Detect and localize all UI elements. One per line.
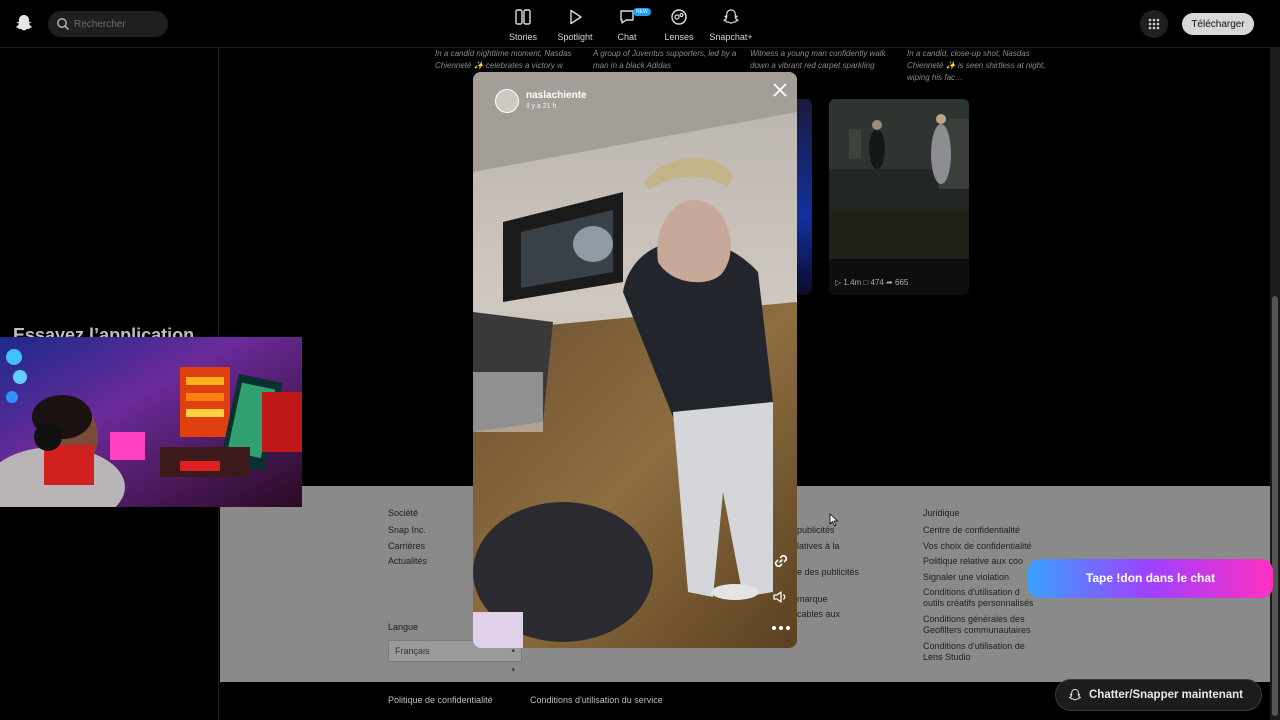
ghost-icon bbox=[723, 9, 739, 24]
nav-spotlight-label: Spotlight bbox=[557, 32, 593, 42]
footer-privacy-policy-link[interactable]: Politique de confidentialité bbox=[388, 695, 493, 705]
footer-link-snap-inc[interactable]: Snap Inc. bbox=[388, 525, 426, 536]
more-options-icon[interactable] bbox=[770, 623, 792, 633]
story-user-avatar[interactable] bbox=[495, 89, 519, 113]
footer-link-lens-studio-2[interactable]: Lens Studio bbox=[923, 652, 971, 663]
views-count: 1.4m bbox=[843, 278, 862, 287]
search-icon bbox=[57, 18, 69, 30]
footer-link-geofilters-2[interactable]: Geofilters communautaires bbox=[923, 625, 1031, 636]
footer-link-report-violation[interactable]: Signaler une violation bbox=[923, 572, 1009, 583]
footer-link-ads-3[interactable]: e des publicités bbox=[797, 567, 859, 578]
stories-icon bbox=[515, 9, 531, 25]
donation-banner: Tape !don dans le chat bbox=[1028, 559, 1273, 598]
footer-link-creative-tools-terms-2[interactable]: outils créatifs personnalisés bbox=[923, 598, 1034, 609]
chat-snap-now-label: Chatter/Snapper maintenant bbox=[1089, 689, 1243, 701]
snapchat-logo-icon[interactable] bbox=[14, 13, 34, 33]
close-icon[interactable] bbox=[771, 81, 789, 99]
nav-chat-label: Chat bbox=[617, 32, 637, 42]
footer-link-geofilters[interactable]: Conditions générales des bbox=[923, 614, 1025, 625]
story-card-thumbnail-partial[interactable] bbox=[797, 99, 812, 295]
nav-spotlight[interactable]: Spotlight bbox=[545, 8, 605, 42]
nav-lenses[interactable]: Lenses bbox=[649, 8, 709, 42]
footer-link-privacy-choices[interactable]: Vos choix de confidentialité bbox=[923, 541, 1032, 552]
views-icon: ▷ bbox=[835, 278, 842, 287]
story-viewer[interactable]: naslachiente Il y a 21 h bbox=[473, 72, 797, 648]
nav-chat[interactable]: NEW Chat bbox=[597, 8, 657, 42]
grid-icon bbox=[1148, 18, 1160, 30]
mouse-cursor-icon bbox=[829, 513, 839, 527]
story-card-stats: ▷ 1.4m □ 474 ➦ 665 bbox=[835, 278, 908, 287]
footer-link-ads-2[interactable]: latives à la bbox=[797, 541, 840, 552]
search-box[interactable] bbox=[48, 11, 168, 37]
footer-link-privacy-center[interactable]: Centre de confidentialité bbox=[923, 525, 1020, 536]
page-scrollbar[interactable] bbox=[1270, 48, 1280, 720]
footer-link-ads-4[interactable]: marque bbox=[797, 594, 828, 605]
footer-link-careers[interactable]: Carrières bbox=[388, 541, 425, 552]
story-card[interactable]: ▷ 1.4m □ 474 ➦ 665 bbox=[829, 99, 969, 295]
comments-count: 474 bbox=[870, 278, 884, 287]
sound-icon[interactable] bbox=[771, 588, 789, 606]
scrollbar-thumb[interactable] bbox=[1272, 296, 1278, 716]
search-input[interactable] bbox=[74, 15, 164, 33]
download-button[interactable]: Télécharger bbox=[1182, 13, 1254, 35]
shares-count: 665 bbox=[895, 278, 909, 287]
story-caption-1[interactable]: In a candid nighttime moment, Nasdas Chi… bbox=[435, 48, 580, 72]
top-navigation-bar: Stories Spotlight NEW Chat Lenses Snapch… bbox=[0, 0, 1280, 48]
footer-link-lens-studio[interactable]: Conditions d'utilisation de bbox=[923, 641, 1025, 652]
story-username[interactable]: naslachiente bbox=[526, 90, 587, 101]
story-card-thumbnail bbox=[829, 99, 969, 259]
story-caption-4[interactable]: In a candid, close-up shot, Nasdas Chien… bbox=[907, 48, 1052, 84]
apps-menu-button[interactable] bbox=[1140, 10, 1168, 38]
story-media bbox=[473, 72, 797, 648]
footer-terms-link[interactable]: Conditions d'utilisation du service bbox=[530, 695, 663, 705]
footer-link-ads-5[interactable]: cables aux bbox=[797, 609, 840, 620]
nav-snapchat-plus-label: Snapchat+ bbox=[709, 32, 753, 42]
story-timestamp: Il y a 21 h bbox=[526, 103, 557, 110]
shares-icon: ➦ bbox=[886, 278, 893, 287]
lenses-icon bbox=[671, 9, 687, 25]
footer-legal-title: Juridique bbox=[923, 508, 960, 518]
nav-lenses-label: Lenses bbox=[664, 32, 694, 42]
footer-link-cookie-policy[interactable]: Politique relative aux coo bbox=[923, 556, 1023, 567]
nav-snapchat-plus[interactable]: Snapchat+ bbox=[701, 8, 761, 42]
link-icon[interactable] bbox=[771, 551, 791, 571]
webcam-overlay bbox=[0, 337, 302, 507]
comments-icon: □ bbox=[863, 278, 869, 287]
language-label: Langue bbox=[388, 622, 419, 632]
footer-link-creative-tools-terms[interactable]: Conditions d'utilisation d bbox=[923, 587, 1020, 598]
play-icon bbox=[570, 9, 582, 25]
footer-link-news[interactable]: Actualités bbox=[388, 556, 427, 567]
chat-snap-now-button[interactable]: Chatter/Snapper maintenant bbox=[1055, 679, 1262, 711]
language-value: Français bbox=[395, 646, 430, 656]
footer-company-title: Société bbox=[388, 508, 419, 518]
ghost-icon bbox=[1068, 689, 1082, 701]
webcam-feed-image bbox=[0, 337, 302, 507]
story-caption-2[interactable]: A group of Juventus supporters, led by a… bbox=[593, 48, 738, 72]
nav-stories-label: Stories bbox=[508, 32, 537, 42]
nav-stories[interactable]: Stories bbox=[493, 8, 553, 42]
